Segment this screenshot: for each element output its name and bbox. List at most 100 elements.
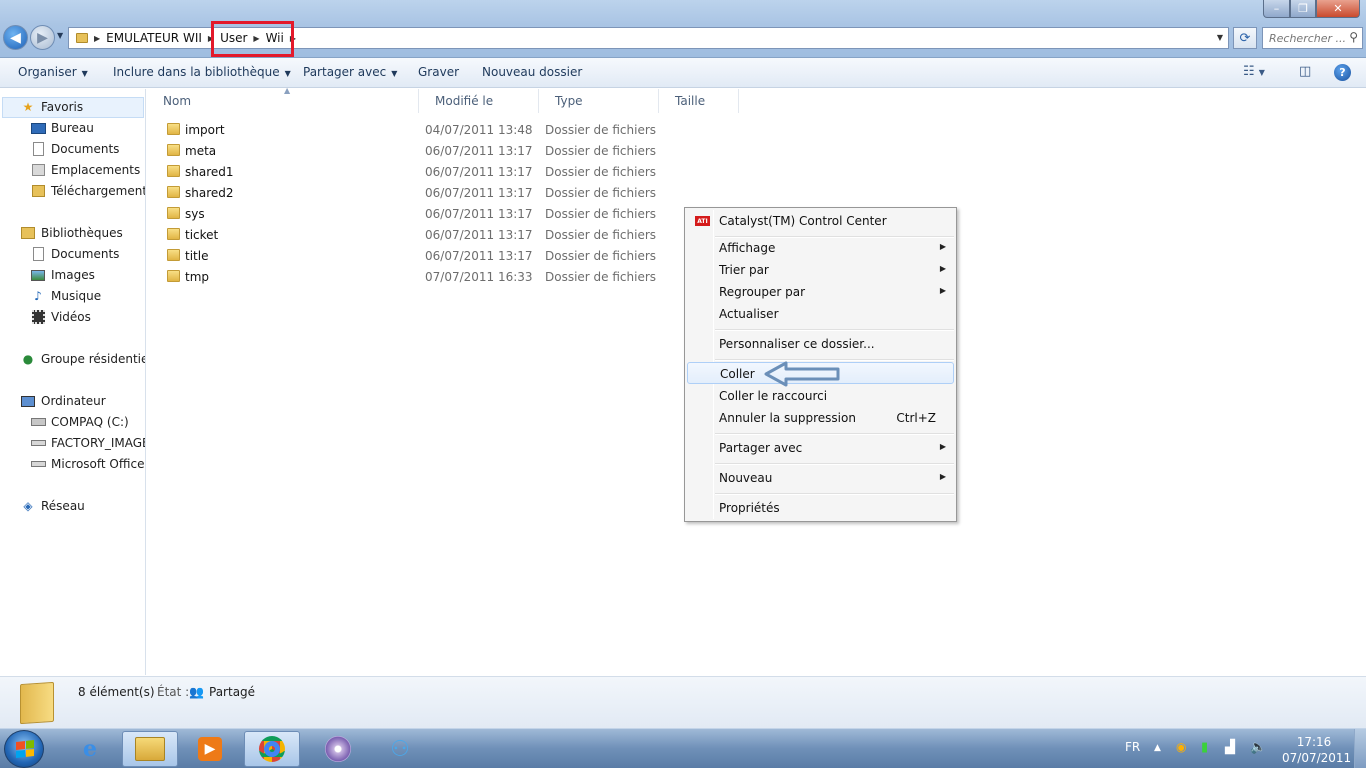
- sidebar-label: Bureau: [51, 121, 94, 135]
- sidebar-item-images[interactable]: Images: [30, 265, 95, 285]
- submenu-arrow-icon: ▶: [939, 442, 946, 451]
- file-row[interactable]: title 06/07/2011 13:17 Dossier de fichiers: [147, 245, 667, 266]
- menu-label: Catalyst(TM) Control Center: [719, 214, 887, 228]
- burn-button[interactable]: Graver: [418, 65, 459, 79]
- taskbar-internet-explorer[interactable]: e: [62, 731, 118, 767]
- column-header-modified[interactable]: Modifié le: [419, 89, 539, 113]
- sidebar-item-office-drive[interactable]: Microsoft Office D: [30, 454, 145, 474]
- refresh-button[interactable]: ⟳: [1233, 27, 1257, 49]
- signal-icon[interactable]: ▮: [1201, 740, 1208, 755]
- sidebar-label: COMPAQ (C:): [51, 415, 129, 429]
- sidebar-item-music[interactable]: ♪ Musique: [30, 286, 101, 306]
- help-button[interactable]: ?: [1334, 64, 1351, 81]
- column-header-name[interactable]: Nom ▲: [147, 86, 419, 113]
- share-with-button[interactable]: Partager avec ▼: [303, 65, 397, 79]
- column-header-size[interactable]: Taille: [659, 89, 739, 113]
- menu-item-share-with[interactable]: Partager avec ▶: [687, 437, 954, 459]
- language-indicator[interactable]: FR: [1125, 740, 1140, 754]
- volume-icon[interactable]: 🔈: [1250, 740, 1266, 755]
- clock[interactable]: 17:16 07/07/2011: [1282, 734, 1351, 766]
- preview-pane-button[interactable]: ◫: [1299, 64, 1311, 79]
- folder-icon: [167, 165, 180, 177]
- address-dropdown-icon[interactable]: ▼: [1217, 33, 1223, 42]
- search-input[interactable]: Rechercher ... ⚲: [1262, 27, 1363, 49]
- windows-logo-icon: [16, 740, 34, 758]
- column-header-type[interactable]: Type: [539, 89, 659, 113]
- state-label: État :: [157, 685, 190, 699]
- include-library-button[interactable]: Inclure dans la bibliothèque ▼: [113, 65, 291, 79]
- network-bars-icon[interactable]: ▟: [1225, 740, 1235, 755]
- share-with-label: Partager avec: [303, 65, 387, 79]
- maximize-button[interactable]: ❐: [1290, 0, 1316, 18]
- menu-label: Annuler la suppression: [719, 411, 856, 425]
- menu-item-new[interactable]: Nouveau ▶: [687, 467, 954, 489]
- taskbar-messenger[interactable]: ⚇: [372, 731, 428, 767]
- folder-icon: [20, 681, 54, 725]
- tray-expand-icon[interactable]: ▲: [1154, 743, 1161, 753]
- sidebar-item-factory-image[interactable]: FACTORY_IMAGE: [30, 433, 145, 453]
- sidebar-item-lib-documents[interactable]: Documents: [30, 244, 119, 264]
- taskbar-media-player[interactable]: ▶: [182, 731, 238, 767]
- column-label: Taille: [675, 94, 706, 108]
- menu-label: Partager avec: [719, 441, 803, 455]
- sidebar-item-downloads[interactable]: Téléchargements: [30, 181, 145, 201]
- video-icon: [30, 310, 46, 324]
- sidebar-label: Vidéos: [51, 310, 91, 324]
- menu-item-refresh[interactable]: Actualiser: [687, 303, 954, 325]
- menu-item-view[interactable]: Affichage ▶: [687, 237, 954, 259]
- file-row[interactable]: shared2 06/07/2011 13:17 Dossier de fichie…: [147, 182, 667, 203]
- file-name: sys: [185, 207, 205, 221]
- show-desktop-button[interactable]: [1354, 729, 1366, 768]
- file-row[interactable]: tmp 07/07/2011 16:33 Dossier de fichiers: [147, 266, 667, 287]
- sidebar-item-documents[interactable]: Documents: [30, 139, 119, 159]
- recent-pages-dropdown[interactable]: ▼: [57, 31, 63, 40]
- close-button[interactable]: ✕: [1316, 0, 1360, 18]
- downloads-folder-icon: [30, 184, 46, 198]
- sidebar-libraries[interactable]: Bibliothèques: [20, 223, 123, 243]
- sidebar-item-videos[interactable]: Vidéos: [30, 307, 91, 327]
- file-type: Dossier de fichiers: [545, 228, 657, 242]
- folder-icon: [167, 228, 180, 240]
- forward-button[interactable]: ▶: [30, 25, 55, 50]
- sidebar-item-recent-places[interactable]: Emplacements récents: [30, 160, 145, 180]
- sidebar-homegroup[interactable]: ● Groupe résidentiel: [20, 349, 146, 369]
- menu-shortcut: Ctrl+Z: [896, 411, 936, 425]
- file-type: Dossier de fichiers: [545, 144, 657, 158]
- document-icon: [30, 247, 46, 261]
- new-folder-button[interactable]: Nouveau dossier: [482, 65, 582, 79]
- sidebar-item-bureau[interactable]: Bureau: [30, 118, 94, 138]
- organize-button[interactable]: Organiser ▼: [18, 65, 88, 79]
- view-options-button[interactable]: ☷ ▼: [1243, 64, 1265, 79]
- sidebar-computer[interactable]: Ordinateur: [20, 391, 106, 411]
- breadcrumb-emulateur-wii[interactable]: EMULATEUR WII: [106, 31, 202, 45]
- file-date: 06/07/2011 13:17: [425, 249, 533, 263]
- chevron-right-icon[interactable]: ▶: [94, 34, 100, 43]
- menu-item-properties[interactable]: Propriétés: [687, 497, 954, 519]
- sidebar-network[interactable]: ◈ Réseau: [20, 496, 84, 516]
- sidebar-label: Groupe résidentiel: [41, 352, 146, 366]
- sidebar-favorites[interactable]: ★ Favoris: [20, 97, 84, 117]
- taskbar-explorer[interactable]: [122, 731, 178, 767]
- start-button[interactable]: [4, 730, 44, 768]
- tray-app-icon[interactable]: ◉: [1176, 740, 1186, 754]
- minimize-button[interactable]: –: [1263, 0, 1290, 18]
- taskbar-chrome[interactable]: [244, 731, 300, 767]
- menu-item-customize[interactable]: Personnaliser ce dossier...: [687, 333, 954, 355]
- file-name: shared1: [185, 165, 234, 179]
- sidebar-item-drive-c[interactable]: COMPAQ (C:): [30, 412, 129, 432]
- file-row[interactable]: ticket 06/07/2011 13:17 Dossier de fichier…: [147, 224, 667, 245]
- menu-item-group-by[interactable]: Regrouper par ▶: [687, 281, 954, 303]
- menu-item-sort-by[interactable]: Trier par ▶: [687, 259, 954, 281]
- sidebar-label: Favoris: [41, 100, 84, 114]
- menu-item-undo-delete[interactable]: Annuler la suppression Ctrl+Z: [687, 407, 954, 429]
- file-row[interactable]: sys 06/07/2011 13:17 Dossier de fichiers: [147, 203, 667, 224]
- file-row[interactable]: meta 06/07/2011 13:17 Dossier de fichiers: [147, 140, 667, 161]
- back-button[interactable]: ◀: [3, 25, 28, 50]
- taskbar-disc-app[interactable]: [310, 731, 366, 767]
- window-controls: – ❐ ✕: [1263, 0, 1360, 18]
- menu-item-paste-shortcut[interactable]: Coller le raccourci: [687, 385, 954, 407]
- file-row[interactable]: shared1 06/07/2011 13:17 Dossier de fichie…: [147, 161, 667, 182]
- drive-icon: [30, 457, 46, 471]
- menu-item-catalyst[interactable]: ATI Catalyst(TM) Control Center: [687, 210, 954, 232]
- file-row[interactable]: import 04/07/2011 13:48 Dossier de fichier…: [147, 119, 667, 140]
